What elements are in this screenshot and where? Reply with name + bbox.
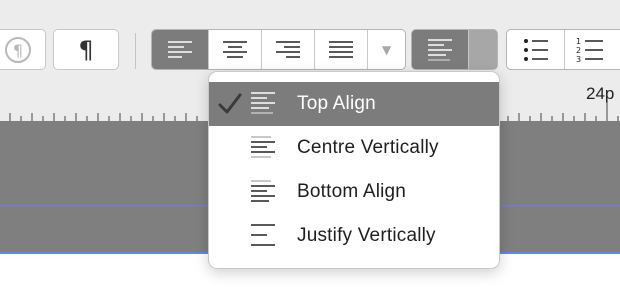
align-left-icon <box>167 40 192 58</box>
invisibles-circle-icon: ¶ <box>5 36 31 63</box>
align-justify-icon <box>328 40 353 58</box>
format-toolbar: ¶ ¶ ▼ 1 2 3 <box>0 0 620 78</box>
menu-item-bottom-align[interactable]: Bottom Align <box>209 170 499 214</box>
numbered-list-button[interactable]: 123 <box>565 30 620 69</box>
bottom-align-icon <box>251 180 275 202</box>
numbered-list-icon: 123 <box>576 37 604 63</box>
svg-text:2: 2 <box>576 46 581 55</box>
svg-text:3: 3 <box>576 55 581 63</box>
vertical-alignment-button[interactable] <box>411 29 498 70</box>
vertical-align-selected[interactable] <box>412 30 469 69</box>
checkmark-icon <box>218 93 242 114</box>
menu-item-label: Top Align <box>297 93 376 114</box>
top-align-icon <box>427 38 452 61</box>
ruler-label: 24p <box>586 84 615 103</box>
menu-item-top-align[interactable]: Top Align <box>209 82 499 126</box>
align-right-button[interactable] <box>262 30 315 69</box>
vertical-align-dropdown[interactable] <box>468 30 497 69</box>
toolbar-separator <box>135 33 136 69</box>
menu-item-centre-vertically[interactable]: Centre Vertically <box>209 126 499 170</box>
align-center-button[interactable] <box>209 30 263 69</box>
align-justify-button[interactable] <box>315 30 369 69</box>
bulleted-list-icon <box>523 38 548 61</box>
centre-vertically-icon <box>251 136 275 158</box>
menu-item-justify-vertically[interactable]: Justify Vertically <box>209 214 499 258</box>
partial-left-button[interactable]: ¶ <box>0 29 46 70</box>
top-align-icon <box>251 92 275 114</box>
horizontal-alignment-group: ▼ <box>151 29 406 70</box>
justify-vertically-icon <box>251 224 275 246</box>
menu-item-label: Bottom Align <box>297 181 407 202</box>
align-center-icon <box>222 40 247 58</box>
align-right-icon <box>275 40 300 58</box>
alignment-more-button[interactable]: ▼ <box>368 30 405 69</box>
list-style-group: 123 <box>506 29 620 70</box>
align-left-button[interactable] <box>152 30 209 69</box>
bulleted-list-button[interactable] <box>507 30 566 69</box>
svg-text:1: 1 <box>576 37 581 46</box>
dropdown-arrow-icon: ▼ <box>382 42 392 57</box>
menu-item-label: Justify Vertically <box>297 225 436 246</box>
menu-item-label: Centre Vertically <box>297 137 439 158</box>
svg-text:¶: ¶ <box>13 41 23 60</box>
show-invisibles-button[interactable]: ¶ <box>53 29 119 70</box>
pilcrow-icon: ¶ <box>78 35 94 64</box>
vertical-alignment-menu: Top Align Centre Vertically Bottom Align <box>208 71 500 269</box>
